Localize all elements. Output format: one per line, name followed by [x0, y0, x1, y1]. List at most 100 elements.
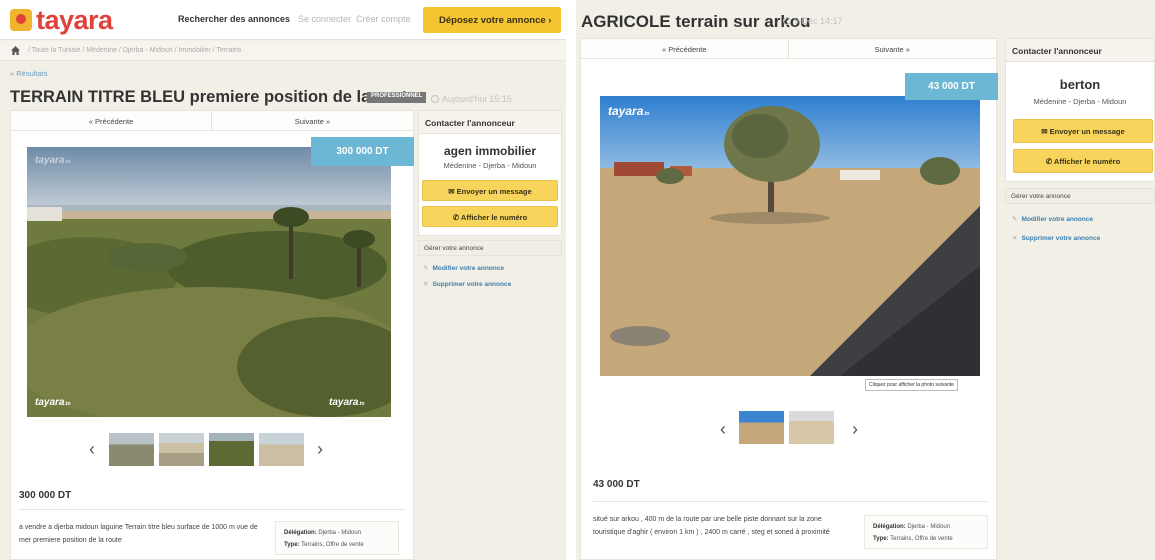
post-ad-button[interactable]: Déposez votre annonce › [423, 7, 561, 33]
price-tag: 43 000 DT [905, 73, 998, 100]
advertiser-name: berton [1059, 77, 1101, 92]
clock-icon [431, 95, 439, 103]
site-header: tayara Rechercher des annonces Se connec… [0, 0, 566, 40]
thumbnail-1[interactable] [109, 433, 154, 466]
detail-delegation: Délégation: Djerba - Midoun [873, 521, 979, 533]
detail-type: Type: Terrains, Offre de vente [873, 533, 979, 545]
delegation-label: Délégation: [284, 530, 317, 536]
listing-date: 9 Déc 14:17 [783, 16, 843, 26]
pencil-icon: ✎ [423, 265, 429, 272]
next-listing-link[interactable]: Suivante » [789, 39, 997, 54]
show-number-label: Afficher le numéro [460, 213, 528, 222]
login-link[interactable]: Se connecter [298, 14, 351, 24]
photo-watermark-bottom-left: tayara.tn [35, 397, 71, 408]
screenshot-divider [566, 0, 576, 560]
watermark-suffix: .tn [358, 401, 365, 407]
phone-icon: ✆ [452, 213, 461, 222]
listing-description: a vendre a djerba midoun laguine Terrain… [19, 524, 258, 544]
pager-bar: « Précédente Suivante » [11, 111, 413, 131]
breadcrumb: / Toute la Tunisie / Médenine / Djerba -… [0, 41, 566, 61]
listing-title: TERRAIN TITRE BLEU premiere position de … [10, 88, 417, 106]
pager-bar: « Précédente Suivante » [581, 39, 996, 59]
previous-listing-link[interactable]: « Précédente [581, 39, 789, 59]
watermark-text: tayara [35, 397, 65, 408]
watermark-suffix: .tn [643, 111, 650, 117]
photo-watermark-top: tayara.tn [35, 155, 71, 166]
listing-photo[interactable]: tayara.tn tayara.tn tayara.tn [27, 147, 391, 417]
send-message-button[interactable]: ✉ Envoyer un message [422, 180, 558, 201]
watermark-text: tayara [608, 104, 644, 118]
next-listing-link[interactable]: Suivante » [212, 111, 413, 126]
type-value: Terrains, Offre de vente [301, 542, 364, 548]
listing-main: « Précédente Suivante » [10, 110, 414, 560]
contact-box: Contacter l'annonceur agen immobilier Mé… [418, 110, 562, 236]
delete-ad-label: Supprimer votre annonce [432, 281, 512, 288]
thumbnail-2[interactable] [789, 411, 834, 444]
listing-details: Délégation: Djerba - Midoun Type: Terrai… [864, 515, 988, 549]
search-listings-link[interactable]: Rechercher des annonces [178, 14, 290, 24]
price-tag: 300 000 DT [311, 137, 414, 166]
x-icon: ✕ [1012, 235, 1018, 242]
edit-ad-link[interactable]: ✎ Modifier votre annonce [423, 264, 504, 272]
edit-ad-link[interactable]: ✎ Modifier votre annonce [1012, 215, 1093, 223]
separator [593, 501, 988, 502]
edit-ad-label: Modifier votre annonce [432, 265, 504, 272]
manage-ad-header: Gérer votre annonce [418, 240, 562, 256]
field-photo-image [600, 96, 980, 376]
results-back-link[interactable]: « Résultats [10, 69, 48, 78]
landscape-photo-image [27, 147, 391, 417]
clock-icon [783, 17, 791, 25]
listing-main: « Précédente Suivante » [580, 38, 998, 560]
left-listing-panel: tayara Rechercher des annonces Se connec… [0, 0, 566, 560]
listing-description: situé sur arkou , 400 m de la route par … [593, 516, 830, 536]
listing-photo[interactable]: tayara.tn [600, 96, 980, 376]
listing-price: 300 000 DT [19, 490, 72, 501]
pencil-icon: ✎ [1012, 216, 1018, 223]
detail-delegation: Délégation: Djerba - Midoun [284, 527, 390, 539]
send-message-button[interactable]: ✉ Envoyer un message [1013, 119, 1153, 143]
tayara-logo-icon [10, 9, 32, 31]
watermark-text: tayara [35, 155, 65, 166]
watermark-suffix: .tn [64, 159, 71, 165]
delegation-value: Djerba - Midoun [907, 524, 951, 530]
breadcrumb-trail[interactable]: / Toute la Tunisie / Médenine / Djerba -… [28, 47, 241, 54]
contact-header: Contacter l'annonceur [419, 111, 561, 134]
listing-date: Aujourd'hui 15:15 [431, 94, 512, 104]
thumbnail-3[interactable] [209, 433, 254, 466]
type-label: Type: [873, 536, 889, 542]
contact-box: Contacter l'annonceur berton Médenine - … [1005, 38, 1155, 182]
thumbnail-4[interactable] [259, 433, 304, 466]
detail-type: Type: Terrains, Offre de vente [284, 539, 390, 551]
thumbnail-next-arrow-icon[interactable]: › [852, 419, 858, 440]
contact-header: Contacter l'annonceur [1006, 39, 1154, 62]
separator [19, 509, 405, 510]
manage-ad-header: Gérer votre annonce [1005, 188, 1155, 204]
type-label: Type: [284, 542, 300, 548]
thumbnail-next-arrow-icon[interactable]: › [317, 439, 323, 460]
home-icon[interactable] [11, 46, 20, 55]
thumbnail-2[interactable] [159, 433, 204, 466]
professional-badge: PROFESSIONNEL [367, 92, 427, 103]
thumbnail-prev-arrow-icon[interactable]: ‹ [720, 419, 726, 440]
signup-link[interactable]: Créer compte [356, 14, 411, 24]
thumbnail-prev-arrow-icon[interactable]: ‹ [89, 439, 95, 460]
phone-icon: ✆ [1045, 157, 1054, 166]
delete-ad-label: Supprimer votre annonce [1021, 235, 1101, 242]
edit-ad-label: Modifier votre annonce [1021, 216, 1093, 223]
delegation-label: Délégation: [873, 524, 906, 530]
show-number-button[interactable]: ✆ Afficher le numéro [422, 206, 558, 227]
logo-text: tayara [36, 5, 113, 35]
envelope-icon: ✉ [1041, 127, 1050, 136]
thumbnail-1[interactable] [739, 411, 784, 444]
show-number-button[interactable]: ✆ Afficher le numéro [1013, 149, 1153, 173]
delegation-value: Djerba - Midoun [318, 530, 362, 536]
photo-watermark-bottom-right: tayara.tn [329, 397, 365, 408]
delete-ad-link[interactable]: ✕ Supprimer votre annonce [1012, 234, 1100, 242]
advertiser-location: Médenine - Djerba - Midoun [443, 161, 537, 170]
site-logo[interactable]: tayara [10, 5, 113, 36]
delete-ad-link[interactable]: ✕ Supprimer votre annonce [423, 280, 511, 288]
listing-date-text: Aujourd'hui 15:15 [442, 94, 512, 104]
listing-title: AGRICOLE terrain sur arkou [581, 12, 811, 31]
envelope-icon: ✉ [448, 187, 457, 196]
previous-listing-link[interactable]: « Précédente [11, 111, 212, 131]
